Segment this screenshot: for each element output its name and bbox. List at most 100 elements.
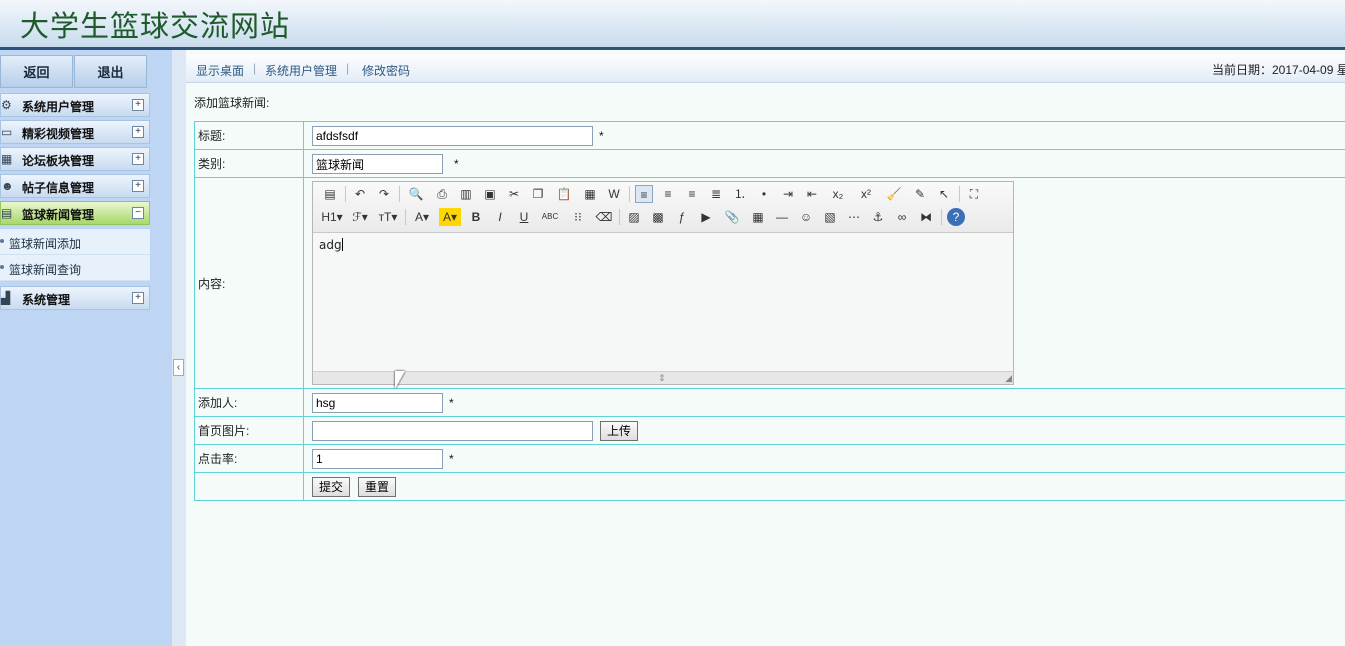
cut-icon[interactable]: ✂ <box>505 185 523 203</box>
font-size-icon[interactable]: ᴛT▾ <box>377 208 399 226</box>
indent-icon[interactable]: ⇥ <box>779 185 797 203</box>
template-icon[interactable]: ▥ <box>457 185 475 203</box>
select-all-icon[interactable]: ▣ <box>481 185 499 203</box>
paste-text-icon[interactable]: ▦ <box>581 185 599 203</box>
hr-icon[interactable]: ― <box>773 208 791 226</box>
resize-corner-icon[interactable]: ◢ <box>1005 373 1012 384</box>
sidebar-item-forum[interactable]: ▦ 论坛板块管理 + <box>0 147 150 171</box>
map-icon[interactable]: ▧ <box>821 208 839 226</box>
nav-link-password[interactable]: 修改密码 <box>362 62 410 79</box>
superscript-icon[interactable]: x² <box>855 185 877 203</box>
align-right-icon[interactable]: ≡ <box>683 185 701 203</box>
expand-icon[interactable]: + <box>132 153 144 165</box>
highlight-icon[interactable]: A▾ <box>439 208 461 226</box>
table-icon[interactable]: ▦ <box>749 208 767 226</box>
content-label: 内容: <box>194 177 304 389</box>
flash-icon[interactable]: ƒ <box>673 208 691 226</box>
bold-icon[interactable]: B <box>467 208 485 226</box>
clear-format-icon[interactable]: 🧹 <box>883 185 905 203</box>
select-icon[interactable]: ✎ <box>911 185 929 203</box>
editor-toolbar-row-1: ▤ ↶ ↷ 🔍 ⎙ ▥ ▣ ✂ ❐ 📋 ▦ W ≡ ≡ ≡ ≣ ⒈ • ⇥ ⇤ x₂ x² 🧹 ✎ ↖ ⛶ <box>321 185 989 205</box>
outdent-icon[interactable]: ⇤ <box>803 185 821 203</box>
image-path-input[interactable] <box>312 421 593 441</box>
cursor-icon[interactable]: ↖ <box>935 185 953 203</box>
sidebar-item-posts[interactable]: ☻ 帖子信息管理 + <box>0 174 150 198</box>
copy-icon[interactable]: ❐ <box>529 185 547 203</box>
align-justify-icon[interactable]: ≣ <box>707 185 725 203</box>
print-icon[interactable]: ⎙ <box>433 185 451 203</box>
font-family-icon[interactable]: ℱ▾ <box>349 208 371 226</box>
submit-button[interactable]: 提交 <box>312 477 351 497</box>
anchor-icon[interactable]: ⚓ <box>869 208 887 226</box>
link-icon[interactable]: ∞ <box>893 208 911 226</box>
sidebar-subitem-label: 篮球新闻添加 <box>9 237 82 251</box>
logout-button[interactable]: 退出 <box>74 55 147 88</box>
editor-toolbar: ▤ ↶ ↷ 🔍 ⎙ ▥ ▣ ✂ ❐ 📋 ▦ W ≡ ≡ ≡ ≣ ⒈ • ⇥ ⇤ x₂ x² 🧹 ✎ ↖ ⛶ H1▾ ℱ▾ ᴛT▾ A▾ A… <box>313 182 1013 233</box>
expand-icon[interactable]: + <box>132 99 144 111</box>
sidebar-subitem-news-add[interactable]: 篮球新闻添加 <box>0 229 150 255</box>
source-icon[interactable]: ▤ <box>321 185 339 203</box>
user-icon: ☻ <box>1 179 14 193</box>
toolbar-separator <box>345 186 346 202</box>
unlink-icon[interactable]: ⧓ <box>917 208 935 226</box>
author-input[interactable] <box>312 393 443 413</box>
toolbar-separator <box>619 209 620 225</box>
strikethrough-icon[interactable]: ABC <box>539 208 561 226</box>
line-height-icon[interactable]: ⁝⁝ <box>567 208 589 226</box>
mouse-pointer-icon <box>395 371 405 389</box>
sidebar-item-system[interactable]: ▟ 系统管理 + <box>0 286 150 310</box>
hits-input[interactable] <box>312 449 443 469</box>
expand-icon[interactable]: + <box>132 180 144 192</box>
form-row-content: 内容: ▤ ↶ ↷ 🔍 ⎙ ▥ ▣ ✂ ❐ 📋 ▦ W ≡ ≡ ≡ ≣ ⒈ • ⇥ ⇤ x₂ x² 🧹 ✎ ↖ ⛶ H1▾ ℱ▾ ᴛT… <box>194 177 1345 389</box>
paste-icon[interactable]: 📋 <box>553 185 575 203</box>
sidebar-item-system-users[interactable]: ⚙ 系统用户管理 + <box>0 93 150 117</box>
help-icon[interactable]: ? <box>947 208 965 226</box>
collapse-sidebar-icon[interactable]: ‹ <box>173 359 184 376</box>
italic-icon[interactable]: I <box>491 208 509 226</box>
ordered-list-icon[interactable]: ⒈ <box>731 185 749 203</box>
pagebreak-icon[interactable]: ⋯ <box>845 208 863 226</box>
subscript-icon[interactable]: x₂ <box>827 185 849 203</box>
emoticon-icon[interactable]: ☺ <box>797 208 815 226</box>
image-cell: 上传 <box>303 416 1345 445</box>
paste-word-icon[interactable]: W <box>605 185 623 203</box>
sidebar-subitem-news-query[interactable]: 篮球新闻查询 <box>0 255 150 281</box>
back-button[interactable]: 返回 <box>0 55 73 88</box>
align-center-icon[interactable]: ≡ <box>659 185 677 203</box>
resize-grip-icon[interactable]: ⇕ <box>658 373 666 384</box>
title-label: 标题: <box>194 121 304 150</box>
category-cell: * <box>303 149 1345 178</box>
heading-icon[interactable]: H1▾ <box>321 208 343 226</box>
sidebar-item-videos[interactable]: ▭ 精彩视频管理 + <box>0 120 150 144</box>
media-icon[interactable]: ▶ <box>697 208 715 226</box>
nav-link-users[interactable]: 系统用户管理 <box>265 62 337 79</box>
category-input[interactable] <box>312 154 443 174</box>
editor-content[interactable]: adg <box>319 238 343 252</box>
unordered-list-icon[interactable]: • <box>755 185 773 203</box>
nav-link-desktop[interactable]: 显示桌面 <box>196 62 244 79</box>
collapse-icon[interactable]: − <box>132 207 144 219</box>
expand-icon[interactable]: + <box>132 292 144 304</box>
align-left-icon[interactable]: ≡ <box>635 185 653 203</box>
reset-button[interactable]: 重置 <box>358 477 397 497</box>
redo-icon[interactable]: ↷ <box>375 185 393 203</box>
undo-icon[interactable]: ↶ <box>351 185 369 203</box>
editor-resize-bar[interactable]: ⇕ ◢ <box>313 371 1013 384</box>
current-date: 当前日期：2017-04-09 星 <box>1212 63 1345 77</box>
eraser-icon[interactable]: ⌫ <box>595 208 613 226</box>
font-color-icon[interactable]: A▾ <box>411 208 433 226</box>
preview-icon[interactable]: 🔍 <box>405 185 427 203</box>
title-input[interactable] <box>312 126 593 146</box>
multi-image-icon[interactable]: ▩ <box>649 208 667 226</box>
form-row-title: 标题: * <box>194 121 1345 150</box>
upload-button[interactable]: 上传 <box>600 421 639 441</box>
attachment-icon[interactable]: 📎 <box>721 208 743 226</box>
underline-icon[interactable]: U <box>515 208 533 226</box>
sidebar-item-news[interactable]: ▤ 篮球新闻管理 − <box>0 201 150 225</box>
image-icon[interactable]: ▨ <box>625 208 643 226</box>
top-nav: 显示桌面 | 系统用户管理 | 修改密码 当前日期：2017-04-09 星 <box>186 55 1345 83</box>
form-row-image: 首页图片: 上传 <box>194 416 1345 445</box>
fullscreen-icon[interactable]: ⛶ <box>965 185 983 203</box>
toolbar-separator <box>941 209 942 225</box>
expand-icon[interactable]: + <box>132 126 144 138</box>
